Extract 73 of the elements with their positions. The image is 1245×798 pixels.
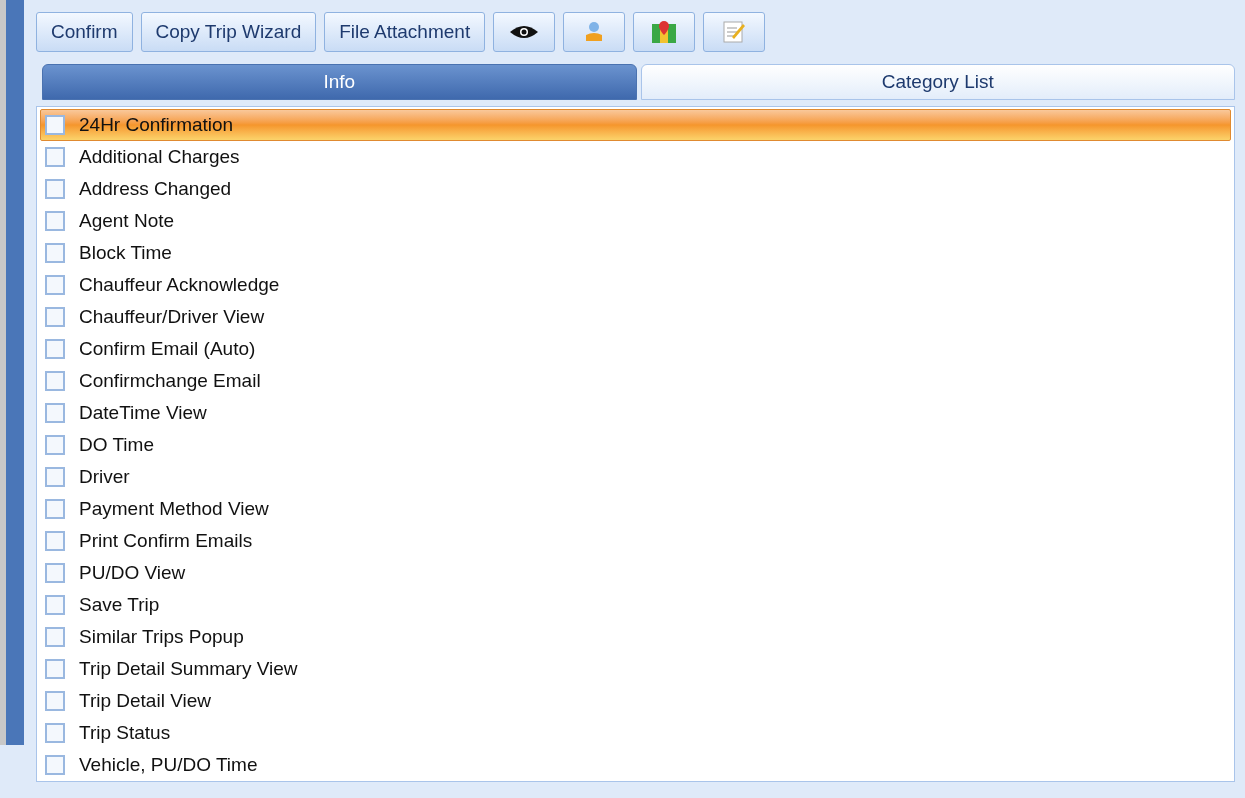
checkbox[interactable] <box>45 147 65 167</box>
checkbox[interactable] <box>45 467 65 487</box>
list-item[interactable]: Agent Note <box>40 205 1231 237</box>
list-item[interactable]: DateTime View <box>40 397 1231 429</box>
list-item[interactable]: Driver <box>40 461 1231 493</box>
tab[interactable]: Info <box>42 64 637 100</box>
checkbox[interactable] <box>45 339 65 359</box>
item-label: Driver <box>79 464 130 489</box>
checkbox[interactable] <box>45 659 65 679</box>
checkbox[interactable] <box>45 435 65 455</box>
person-icon <box>584 21 605 43</box>
map-icon <box>651 20 678 44</box>
item-label: Trip Status <box>79 720 171 745</box>
list-item[interactable]: Address Changed <box>40 173 1231 205</box>
checkbox[interactable] <box>45 755 65 775</box>
item-label: Save Trip <box>79 592 160 617</box>
note-icon <box>722 20 747 44</box>
list-item[interactable]: Payment Method View <box>40 493 1231 525</box>
checkbox[interactable] <box>45 723 65 743</box>
list-item[interactable]: Trip Status <box>40 717 1231 749</box>
checkbox[interactable] <box>45 243 65 263</box>
list-item[interactable]: Block Time <box>40 237 1231 269</box>
list-item[interactable]: Vehicle, PU/DO Time <box>40 749 1231 781</box>
list-item[interactable]: Chauffeur Acknowledge <box>40 269 1231 301</box>
checkbox[interactable] <box>45 115 65 135</box>
list-item[interactable]: Trip Detail Summary View <box>40 653 1231 685</box>
checkbox[interactable] <box>45 275 65 295</box>
list-item[interactable]: Confirm Email (Auto) <box>40 333 1231 365</box>
list-item[interactable]: PU/DO View <box>40 557 1231 589</box>
toolbar-button[interactable]: File Attachment <box>324 12 486 52</box>
checkbox[interactable] <box>45 179 65 199</box>
item-label: Address Changed <box>79 176 232 201</box>
item-label: Trip Detail Summary View <box>79 656 298 681</box>
checkbox[interactable] <box>45 627 65 647</box>
checkbox[interactable] <box>45 499 65 519</box>
checkbox[interactable] <box>45 403 65 423</box>
list-item[interactable]: Additional Charges <box>40 141 1231 173</box>
item-label: Confirmchange Email <box>79 368 261 393</box>
item-label: Similar Trips Popup <box>79 624 244 649</box>
item-label: PU/DO View <box>79 560 186 585</box>
checkbox[interactable] <box>45 595 65 615</box>
item-label: Vehicle, PU/DO Time <box>79 752 258 777</box>
checkbox[interactable] <box>45 691 65 711</box>
item-label: Chauffeur Acknowledge <box>79 272 280 297</box>
list-item[interactable]: Save Trip <box>40 589 1231 621</box>
item-label: Chauffeur/Driver View <box>79 304 265 329</box>
item-label: Agent Note <box>79 208 175 233</box>
list-item[interactable]: Chauffeur/Driver View <box>40 301 1231 333</box>
eye-icon <box>509 24 540 40</box>
checkbox[interactable] <box>45 563 65 583</box>
item-label: Confirm Email (Auto) <box>79 336 256 361</box>
checkbox[interactable] <box>45 371 65 391</box>
item-label: Payment Method View <box>79 496 269 521</box>
checkbox[interactable] <box>45 307 65 327</box>
item-label: Block Time <box>79 240 172 265</box>
item-label: DO Time <box>79 432 154 457</box>
list-item[interactable]: Confirmchange Email <box>40 365 1231 397</box>
item-label: DateTime View <box>79 400 207 425</box>
item-label: Print Confirm Emails <box>79 528 253 553</box>
icon-button[interactable] <box>493 12 556 52</box>
list-item[interactable]: Print Confirm Emails <box>40 525 1231 557</box>
tab[interactable]: Category List <box>640 64 1235 100</box>
list-item[interactable]: DO Time <box>40 429 1231 461</box>
list-item[interactable]: Trip Detail View <box>40 685 1231 717</box>
item-label: 24Hr Confirmation <box>79 112 234 137</box>
item-label: Additional Charges <box>79 144 240 169</box>
item-label: Trip Detail View <box>79 688 211 713</box>
toolbar-button[interactable]: Copy Trip Wizard <box>140 12 317 52</box>
toolbar-button[interactable]: Confirm <box>36 12 133 52</box>
list-item[interactable]: Similar Trips Popup <box>40 621 1231 653</box>
list-item[interactable]: 24Hr Confirmation <box>40 109 1231 141</box>
checkbox[interactable] <box>45 531 65 551</box>
checkbox[interactable] <box>45 211 65 231</box>
